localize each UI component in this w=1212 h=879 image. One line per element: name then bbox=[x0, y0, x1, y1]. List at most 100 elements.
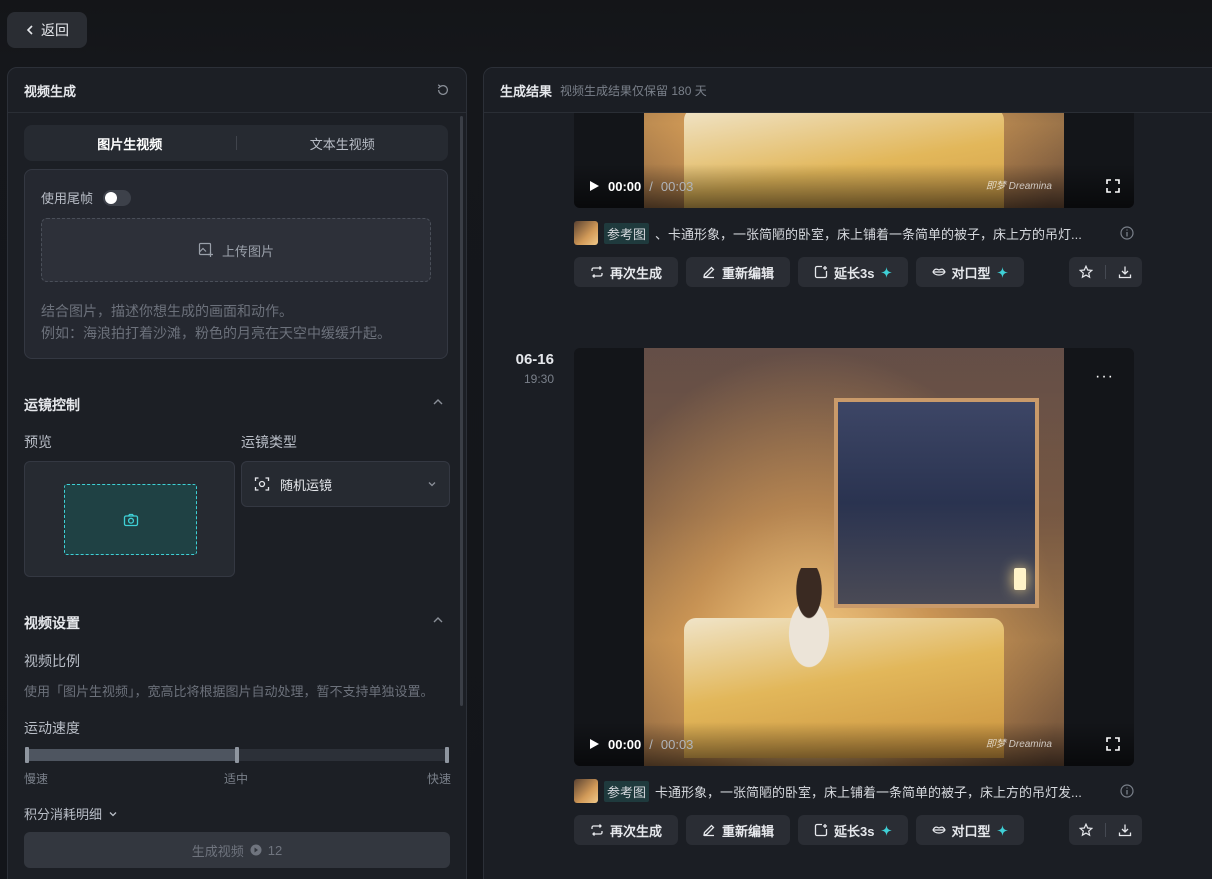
preview-frame bbox=[64, 484, 197, 555]
upload-card: 使用尾帧 上传图片 结合图片，描述你想生成的画面和动作。 例如：海浪拍打着沙滩，… bbox=[24, 169, 448, 359]
reedit-button[interactable]: 重新编辑 bbox=[686, 815, 791, 845]
generate-label: 生成视频 bbox=[191, 843, 244, 859]
scrollbar[interactable] bbox=[460, 116, 463, 706]
prompt-text: 、卡通形象，一张简陋的卧室，床上铺着一条简单的被子，床上方的吊灯... bbox=[655, 226, 1082, 242]
fullscreen-icon[interactable] bbox=[1106, 179, 1120, 193]
panel-header: 视频生成 bbox=[8, 68, 466, 113]
speed-slider[interactable] bbox=[25, 747, 449, 763]
reedit-label: 重新编辑 bbox=[722, 265, 775, 281]
speed-slider-fill bbox=[25, 749, 237, 761]
sparkle-icon bbox=[996, 824, 1008, 836]
tail-frame-toggle[interactable] bbox=[103, 189, 132, 206]
reference-thumbnail[interactable] bbox=[574, 221, 598, 245]
image-add-icon bbox=[198, 242, 213, 257]
result-date: 06-16 bbox=[515, 351, 554, 368]
person-illustration bbox=[769, 568, 849, 678]
focus-icon bbox=[254, 477, 270, 491]
video-thumbnail bbox=[644, 348, 1064, 766]
tail-frame-row: 使用尾帧 bbox=[41, 188, 132, 207]
reedit-button[interactable]: 重新编辑 bbox=[686, 257, 791, 287]
speed-label-slow: 慢速 bbox=[24, 772, 49, 786]
watermark: 即梦 Dreamina bbox=[986, 177, 1052, 192]
regenerate-label: 再次生成 bbox=[610, 823, 663, 839]
mode-tabs: 图片生视频 文本生视频 bbox=[24, 125, 448, 161]
lipsync-button[interactable]: 对口型 bbox=[915, 257, 1024, 287]
video-generation-panel: 视频生成 图片生视频 文本生视频 使用尾帧 上传图片 结合图片，描述你想生成的画… bbox=[7, 67, 467, 879]
speed-slider-handle[interactable] bbox=[235, 747, 239, 763]
tab-image-to-video[interactable]: 图片生视频 bbox=[24, 134, 236, 153]
hint-line: 例如：海浪拍打着沙滩，粉色的月亮在天空中缓缓升起。 bbox=[41, 325, 391, 341]
more-options-button[interactable]: ··· bbox=[1095, 368, 1114, 386]
time-separator: / bbox=[649, 736, 653, 752]
star-icon[interactable] bbox=[1079, 265, 1093, 279]
play-icon[interactable] bbox=[588, 180, 600, 192]
info-icon[interactable] bbox=[1120, 226, 1134, 240]
extend-icon bbox=[814, 823, 828, 837]
speed-label-medium: 适中 bbox=[224, 772, 249, 786]
lipsync-label: 对口型 bbox=[951, 823, 991, 839]
upload-label: 上传图片 bbox=[221, 243, 274, 259]
lamp-illustration bbox=[1014, 568, 1026, 590]
sparkle-icon bbox=[880, 266, 892, 278]
lipsync-button[interactable]: 对口型 bbox=[915, 815, 1024, 845]
play-icon[interactable] bbox=[588, 738, 600, 750]
results-subtitle: 视频生成结果仅保留 180 天 bbox=[560, 83, 707, 98]
tab-text-to-video[interactable]: 文本生视频 bbox=[237, 134, 449, 153]
credits-detail-toggle[interactable]: 积分消耗明细 bbox=[24, 804, 118, 823]
back-button[interactable]: 返回 bbox=[7, 12, 87, 48]
extend-label: 延长3s bbox=[834, 823, 875, 839]
result-time: 19:30 bbox=[523, 372, 554, 386]
extend-label: 延长3s bbox=[834, 265, 875, 281]
chevron-up-icon[interactable] bbox=[432, 396, 444, 408]
regenerate-button[interactable]: 再次生成 bbox=[574, 815, 679, 845]
download-icon[interactable] bbox=[1118, 823, 1132, 837]
reset-icon[interactable] bbox=[436, 83, 450, 97]
time-separator: / bbox=[649, 178, 653, 194]
video-settings-title: 视频设置 bbox=[24, 615, 80, 631]
watermark-text: 即梦 Dreamina bbox=[985, 181, 1052, 192]
pencil-icon bbox=[703, 266, 715, 279]
chevron-up-icon[interactable] bbox=[432, 614, 444, 626]
action-row: 再次生成 重新编辑 延长3s 对口型 bbox=[574, 815, 1024, 845]
chevron-left-icon bbox=[26, 25, 33, 35]
preview-label: 预览 bbox=[24, 434, 52, 450]
prompt-hint[interactable]: 结合图片，描述你想生成的画面和动作。 例如：海浪拍打着沙滩，粉色的月亮在天空中缓… bbox=[41, 300, 391, 344]
lips-icon bbox=[931, 826, 946, 834]
extend-button[interactable]: 延长3s bbox=[798, 257, 908, 287]
chevron-down-icon bbox=[428, 482, 436, 487]
camera-type-select[interactable]: 随机运镜 bbox=[241, 461, 450, 507]
video-player[interactable]: ··· 00:00 / 00:03 即梦 Dreamina bbox=[574, 348, 1134, 766]
repeat-icon bbox=[591, 824, 603, 836]
extend-icon bbox=[814, 265, 828, 279]
current-time: 00:00 bbox=[608, 178, 642, 194]
duration: 00:03 bbox=[660, 178, 694, 194]
camera-type-value: 随机运镜 bbox=[280, 477, 333, 493]
ratio-hint: 使用「图片生视频」，宽高比将根据图片自动处理，暂不支持单独设置。 bbox=[24, 684, 434, 699]
back-button-label: 返回 bbox=[41, 22, 69, 38]
watermark: 即梦 Dreamina bbox=[986, 735, 1052, 750]
regenerate-label: 再次生成 bbox=[610, 265, 663, 281]
divider bbox=[1105, 265, 1106, 279]
star-icon[interactable] bbox=[1079, 823, 1093, 837]
prompt-row: 参考图 卡通形象，一张简陋的卧室，床上铺着一条简单的被子，床上方的吊灯发... bbox=[574, 779, 1134, 803]
reference-thumbnail[interactable] bbox=[574, 779, 598, 803]
lipsync-label: 对口型 bbox=[951, 265, 991, 281]
upload-image-button[interactable]: 上传图片 bbox=[41, 218, 431, 282]
regenerate-button[interactable]: 再次生成 bbox=[574, 257, 679, 287]
reference-tag[interactable]: 参考图 bbox=[604, 780, 650, 802]
lips-icon bbox=[931, 268, 946, 276]
speed-label-fast: 快速 bbox=[426, 772, 451, 786]
reference-tag[interactable]: 参考图 bbox=[604, 222, 650, 244]
download-icon[interactable] bbox=[1118, 265, 1132, 279]
fullscreen-icon[interactable] bbox=[1106, 737, 1120, 751]
info-icon[interactable] bbox=[1120, 784, 1134, 798]
sparkle-icon bbox=[880, 824, 892, 836]
generate-video-button[interactable]: 生成视频 12 bbox=[24, 832, 450, 868]
watermark-text: 即梦 Dreamina bbox=[985, 739, 1052, 750]
panel-title: 视频生成 bbox=[24, 83, 77, 99]
tail-frame-label: 使用尾帧 bbox=[41, 191, 94, 206]
pencil-icon bbox=[703, 824, 715, 837]
extend-button[interactable]: 延长3s bbox=[798, 815, 908, 845]
camera-icon bbox=[123, 513, 138, 526]
sparkle-icon bbox=[996, 266, 1008, 278]
